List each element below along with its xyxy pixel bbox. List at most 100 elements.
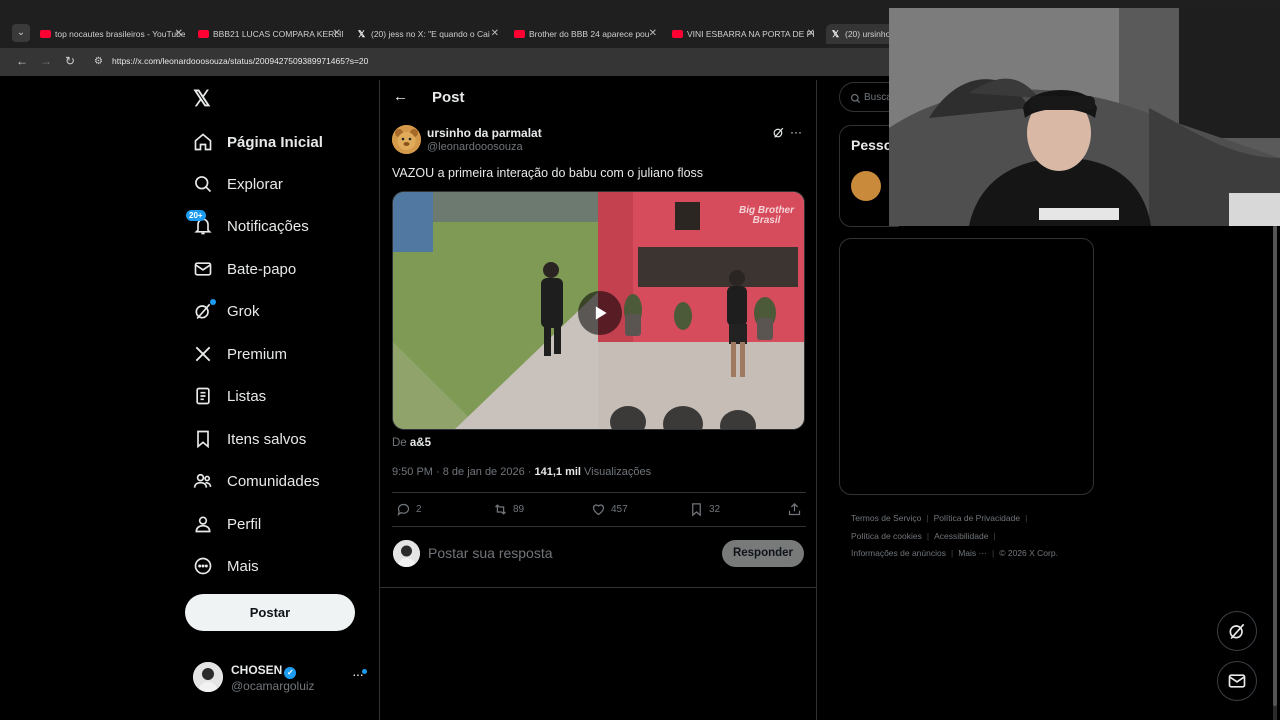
account-menu-icon[interactable]: ···	[352, 666, 364, 682]
tv-logo: Big Brother Brasil	[739, 206, 794, 226]
tab-search-button[interactable]: ⌄	[12, 24, 30, 42]
verified-badge-icon: ✓	[284, 667, 297, 679]
nav-label: Comunidades	[227, 472, 320, 490]
person-icon	[193, 514, 213, 534]
scrollbar[interactable]	[1273, 226, 1277, 720]
tweet-text: VAZOU a primeira interação do babu com o…	[392, 166, 704, 180]
play-button[interactable]	[578, 291, 622, 335]
reload-icon[interactable]: ↻	[65, 54, 75, 68]
video-player[interactable]: Big Brother Brasil	[392, 191, 805, 430]
post-button[interactable]: Postar	[185, 594, 355, 631]
nav-label: Premium	[227, 345, 288, 363]
browser-tab[interactable]: Brother do BBB 24 aparece pou ✕	[514, 24, 659, 44]
nav-item-more[interactable]: Mais	[193, 551, 259, 581]
nav-item-chat[interactable]: Bate-papo	[193, 254, 296, 284]
reply-submit-button[interactable]: Responder	[722, 540, 804, 567]
url-field[interactable]: https://x.com/leonardooosouza/status/200…	[112, 56, 368, 66]
forward-icon[interactable]: →	[40, 54, 52, 68]
timestamp[interactable]: 9:50 PM · 8 de jan de 2026 ·	[392, 466, 534, 478]
nav-label: Perfil	[227, 515, 262, 533]
x-icon: 𝕏	[831, 29, 840, 39]
x-icon	[193, 344, 213, 364]
scrollbar-thumb[interactable]	[1273, 226, 1277, 706]
heart-icon	[592, 504, 605, 516]
author-handle[interactable]: @leonardooosouza	[427, 141, 523, 153]
close-icon[interactable]: ✕	[491, 24, 499, 44]
nav-item-profile[interactable]: Perfil	[193, 509, 261, 539]
repost-count: 89	[513, 504, 525, 515]
tab-title: top nocautes brasileiros - YouTube	[55, 29, 185, 39]
bookmark-icon	[692, 503, 701, 517]
tab-title: Brother do BBB 24 aparece pou	[529, 29, 650, 39]
nav-label: Explorar	[227, 175, 283, 193]
close-icon[interactable]: ✕	[807, 24, 815, 44]
grok-floating-button[interactable]	[1217, 611, 1257, 651]
tweet-meta: 9:50 PM · 8 de jan de 2026 · 141,1 mil V…	[392, 466, 651, 478]
left-sidebar: 𝕏 Página Inicial Explorar 20+ Notificaçõ…	[185, 80, 375, 720]
close-icon[interactable]: ✕	[649, 24, 657, 44]
webcam-overlay	[889, 8, 1280, 226]
share-button[interactable]	[787, 502, 807, 517]
back-arrow-icon[interactable]: ←	[393, 88, 408, 105]
footer-link-ads[interactable]: Informações de anúncios	[851, 548, 946, 558]
nav-label: Grok	[227, 302, 260, 320]
browser-tab[interactable]: 𝕏 (20) jess no X: "E quando o Cai ✕	[356, 24, 501, 44]
x-logo-icon[interactable]: 𝕏	[193, 86, 211, 112]
avatar[interactable]	[193, 662, 223, 692]
list-icon	[193, 386, 213, 406]
close-icon[interactable]: ✕	[175, 24, 183, 44]
video-source: De a&5	[392, 437, 431, 449]
mail-icon	[1228, 674, 1246, 688]
reply-button[interactable]: 2	[396, 502, 422, 517]
tab-title: BBB21 LUCAS COMPARA KERLINE	[213, 29, 343, 39]
author-avatar[interactable]	[392, 125, 421, 154]
grok-icon	[1229, 623, 1245, 640]
avatar[interactable]	[851, 171, 881, 201]
site-settings-icon[interactable]: ⚙	[94, 56, 103, 67]
source-account-link[interactable]: a&5	[410, 437, 431, 449]
nav-item-premium[interactable]: Premium	[193, 339, 287, 369]
bookmark-button[interactable]: 32	[689, 502, 720, 517]
browser-tab[interactable]: VINI ESBARRA NA PORTA DE PI ✕	[672, 24, 817, 44]
nav-item-grok[interactable]: Grok	[193, 296, 260, 326]
copyright: © 2026 X Corp.	[999, 548, 1058, 558]
repost-icon	[495, 504, 506, 515]
repost-button[interactable]: 89	[493, 502, 524, 517]
nav-item-bookmarks[interactable]: Itens salvos	[193, 424, 306, 454]
like-button[interactable]: 457	[591, 502, 628, 517]
bookmark-icon	[193, 429, 213, 449]
browser-tab[interactable]: BBB21 LUCAS COMPARA KERLINE ✕	[198, 24, 343, 44]
messages-floating-button[interactable]	[1217, 661, 1257, 701]
search-icon	[193, 174, 213, 194]
bell-icon: 20+	[186, 210, 213, 236]
youtube-icon	[198, 30, 209, 38]
main-column: ← Post ursinho da parmalat @leonardoooso…	[379, 80, 817, 720]
page-title: Post	[432, 89, 465, 106]
account-name[interactable]: CHOSEN ✓	[231, 663, 297, 679]
reply-input[interactable]: Postar sua resposta	[428, 545, 553, 561]
more-options-icon[interactable]: ···	[790, 125, 802, 139]
footer-link-more[interactable]: Mais ···	[958, 548, 987, 558]
nav-item-explore[interactable]: Explorar	[193, 169, 283, 199]
mail-icon	[193, 259, 213, 279]
like-count: 457	[611, 504, 628, 515]
nav-item-lists[interactable]: Listas	[193, 381, 266, 411]
nav-item-home[interactable]: Página Inicial	[193, 127, 323, 157]
people-icon	[193, 471, 213, 491]
browser-tab[interactable]: top nocautes brasileiros - YouTube ✕	[40, 24, 185, 44]
notification-badge: 20+	[186, 210, 206, 221]
nav-item-communities[interactable]: Comunidades	[193, 466, 320, 496]
nav-item-notifications[interactable]: 20+ Notificações	[186, 210, 309, 241]
author-name[interactable]: ursinho da parmalat	[427, 126, 542, 140]
account-handle: @ocamargoluiz	[231, 679, 315, 693]
close-icon[interactable]: ✕	[333, 24, 341, 44]
browser-tab-active[interactable]: 𝕏 (20) ursinho	[826, 24, 896, 44]
search-placeholder: Busca	[864, 92, 892, 103]
footer-link-accessibility[interactable]: Acessibilidade	[934, 531, 988, 541]
footer-link-privacy[interactable]: Política de Privacidade	[934, 513, 1020, 523]
grok-icon[interactable]	[772, 126, 785, 144]
share-icon	[788, 502, 801, 516]
footer-link-cookies[interactable]: Política de cookies	[851, 531, 922, 541]
footer-link-terms[interactable]: Termos de Serviço	[851, 513, 921, 523]
back-icon[interactable]: ←	[16, 54, 28, 68]
